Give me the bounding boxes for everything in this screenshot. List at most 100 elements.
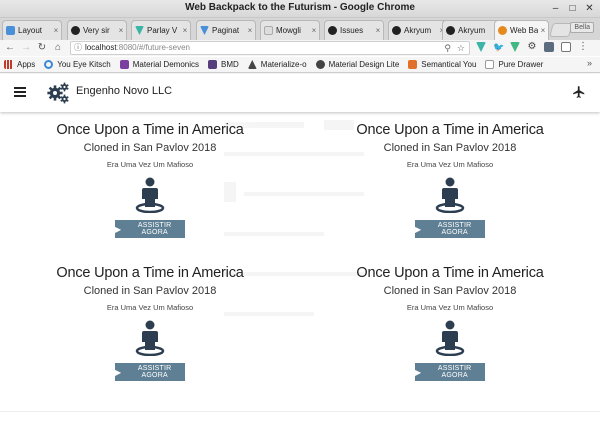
tab-paginate[interactable]: Paginat × <box>196 20 256 40</box>
omnibox-actions: ⚲ ☆ <box>444 42 465 54</box>
movie-card: Once Upon a Time in America Cloned in Sa… <box>300 122 600 265</box>
hamburger-menu-icon[interactable] <box>14 87 26 97</box>
movie-subtitle: Cloned in San Pavlov 2018 <box>83 285 217 297</box>
extension-twitter-icon[interactable]: 🐦 <box>493 42 504 52</box>
tab-close-icon[interactable]: × <box>180 26 190 35</box>
movie-subtitle: Cloned in San Pavlov 2018 <box>383 142 517 154</box>
vue-icon <box>135 26 144 35</box>
main-content: Once Upon a Time in America Cloned in Sa… <box>0 112 600 435</box>
user-location-icon <box>135 177 165 213</box>
biohazard-icon <box>498 26 507 35</box>
document-icon <box>485 60 495 69</box>
refresh-circle-icon <box>44 60 54 69</box>
button-label: ASSISTIR AGORA <box>437 365 472 379</box>
tab-issues[interactable]: Issues × <box>324 20 384 40</box>
tab-mowgli[interactable]: Mowgli × <box>260 20 320 40</box>
reload-icon[interactable]: ↻ <box>36 42 48 54</box>
tab-favicon-icon <box>200 26 209 35</box>
bookmark-pure-drawer[interactable]: Pure Drawer <box>485 60 543 69</box>
movie-original-title: Era Uma Vez Um Mafioso <box>106 160 194 169</box>
bookmark-materialize[interactable]: Materialize-o <box>247 60 307 69</box>
minimize-icon[interactable]: – <box>549 2 562 15</box>
bookmark-bmd[interactable]: BMD <box>208 60 239 69</box>
bookmark-label: Semantical You <box>421 60 477 69</box>
bookmark-material-design-lite[interactable]: Material Design Lite <box>315 60 400 69</box>
document-icon <box>264 26 273 35</box>
button-label: ASSISTIR AGORA <box>137 222 172 236</box>
movie-title: Once Upon a Time in America <box>56 122 244 138</box>
profile-badge[interactable]: Bella <box>570 22 594 33</box>
tab-label: Parlay V <box>147 26 178 35</box>
browser-toolbar: ← → ↻ ⌂ ⓘ localhost:8080/#/future-seven … <box>0 40 600 56</box>
movie-original-title: Era Uma Vez Um Mafioso <box>406 160 494 169</box>
play-icon: ▶ <box>415 224 422 234</box>
bookmark-label: Material Design Lite <box>328 60 400 69</box>
user-location-icon <box>135 320 165 356</box>
bookmarks-overflow-icon[interactable]: » <box>587 58 592 68</box>
tab-parlay[interactable]: Parlay V × <box>131 20 191 40</box>
extension-box-icon[interactable] <box>544 42 554 52</box>
bookmark-label: Material Demonics <box>132 60 199 69</box>
forward-icon[interactable]: → <box>20 42 32 54</box>
bookmark-label: BMD <box>221 60 239 69</box>
footer-divider <box>0 411 600 412</box>
movie-title: Once Upon a Time in America <box>356 122 544 138</box>
tab-favicon-icon <box>6 26 15 35</box>
chrome-menu-icon[interactable]: ⋮ <box>578 42 588 52</box>
github-icon <box>446 26 455 35</box>
back-icon[interactable]: ← <box>4 42 16 54</box>
movie-grid: Once Upon a Time in America Cloned in Sa… <box>0 122 600 408</box>
watch-now-button[interactable]: ▶ ASSISTIR AGORA <box>115 220 185 238</box>
bookmark-star-icon[interactable]: ☆ <box>457 42 465 54</box>
tab-close-icon[interactable]: × <box>51 26 61 35</box>
watch-now-button[interactable]: ▶ ASSISTIR AGORA <box>115 363 185 381</box>
bookmark-you-eye-kitsch[interactable]: You Eye Kitsch <box>44 60 111 69</box>
bookmark-material-demonics[interactable]: Material Demonics <box>119 60 199 69</box>
play-icon: ▶ <box>115 367 122 377</box>
address-bar[interactable]: ⓘ localhost:8080/#/future-seven ⚲ ☆ <box>70 41 470 55</box>
user-location-icon <box>435 320 465 356</box>
tab-close-icon[interactable]: × <box>538 26 548 35</box>
window-title: Web Backpack to the Futurism - Google Ch… <box>185 2 415 13</box>
tab-label: Paginat <box>212 26 240 35</box>
movie-original-title: Era Uma Vez Um Mafioso <box>406 303 494 312</box>
url-path: :8080/#/future-seven <box>116 43 190 52</box>
extension-vue-devtools-icon[interactable] <box>476 42 486 52</box>
tab-akryum-1[interactable]: Akryum × <box>388 20 448 40</box>
tab-close-icon[interactable]: × <box>309 26 319 35</box>
bookmark-semantical-you[interactable]: Semantical You <box>408 60 476 69</box>
extension-window-icon[interactable] <box>561 42 571 52</box>
tab-label: Issues <box>340 26 364 35</box>
extension-gear-icon[interactable]: ⚙ <box>527 42 537 52</box>
close-window-icon[interactable]: ✕ <box>583 2 596 15</box>
zoom-icon[interactable]: ⚲ <box>444 42 451 54</box>
airplane-icon[interactable] <box>572 85 586 99</box>
bootstrap-icon <box>208 60 217 69</box>
tab-very-sir[interactable]: Very sir × <box>67 20 127 40</box>
maximize-icon[interactable]: □ <box>566 2 579 15</box>
tab-label: Very sir <box>83 26 110 35</box>
watch-now-button[interactable]: ▶ ASSISTIR AGORA <box>415 363 485 381</box>
tab-close-icon[interactable]: × <box>373 26 383 35</box>
bookmark-apps[interactable]: Apps <box>4 60 35 69</box>
app-bar: Engenho Novo LLC <box>0 74 600 112</box>
new-tab-button[interactable] <box>549 23 573 37</box>
info-icon[interactable]: ⓘ <box>74 42 82 54</box>
materialize-icon <box>247 60 257 69</box>
gears-logo-icon <box>47 82 69 104</box>
tab-akryum-2[interactable]: Akryum × <box>442 20 502 40</box>
brand-name[interactable]: Engenho Novo LLC <box>76 85 172 97</box>
tab-layout[interactable]: Layout × <box>2 20 62 40</box>
tab-close-icon[interactable]: × <box>116 26 126 35</box>
home-icon[interactable]: ⌂ <box>52 42 64 54</box>
apps-grid-icon <box>4 60 13 69</box>
extension-vue-icon[interactable] <box>510 42 520 52</box>
tab-strip: Layout × Very sir × Parlay V × Paginat ×… <box>0 18 600 40</box>
watch-now-button[interactable]: ▶ ASSISTIR AGORA <box>415 220 485 238</box>
tab-web-backpack[interactable]: Web Ba × <box>494 20 549 40</box>
globe-icon <box>315 60 325 69</box>
bookmark-label: Apps <box>17 60 36 69</box>
bookmark-label: You Eye Kitsch <box>57 60 111 69</box>
movie-card: Once Upon a Time in America Cloned in Sa… <box>300 265 600 408</box>
tab-close-icon[interactable]: × <box>245 26 255 35</box>
